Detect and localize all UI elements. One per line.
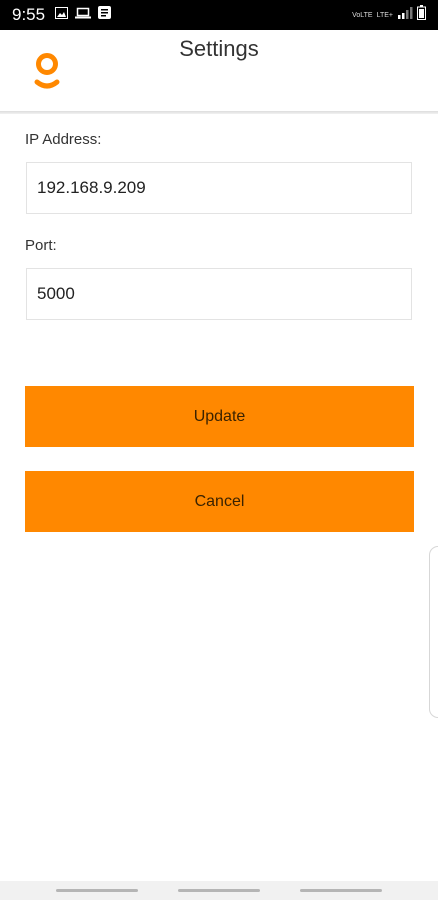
status-time: 9:55: [12, 5, 46, 24]
battery-icon: [417, 5, 426, 25]
port-label: Port:: [25, 237, 57, 254]
port-input[interactable]: [26, 268, 412, 320]
header-divider: [0, 111, 438, 114]
system-icons: VoLTE LTE+: [352, 5, 426, 25]
notification-icons: [55, 6, 112, 24]
laptop-icon: [75, 6, 92, 24]
message-icon: [98, 6, 112, 24]
cancel-button[interactable]: Cancel: [25, 471, 414, 532]
volte-label: VoLTE: [352, 11, 373, 19]
nav-back-pill[interactable]: [300, 889, 382, 892]
navigation-bar: [0, 881, 438, 900]
ip-address-label: IP Address:: [25, 131, 102, 148]
page-title: Settings: [179, 36, 259, 61]
lte-label: LTE+: [376, 11, 393, 19]
ip-address-input[interactable]: [26, 162, 412, 214]
nav-home-pill[interactable]: [178, 889, 260, 892]
signal-icon: [397, 6, 413, 24]
nav-recents-pill[interactable]: [56, 889, 138, 892]
status-bar: 9:55 VoLTE LTE+: [0, 0, 438, 30]
edge-panel-handle[interactable]: [429, 546, 438, 718]
image-icon: [55, 6, 69, 24]
update-button[interactable]: Update: [25, 386, 414, 447]
